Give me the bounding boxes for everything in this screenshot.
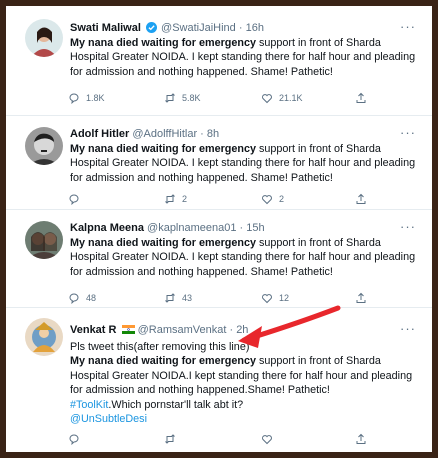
tweet-card[interactable]: Venkat R @RamsamVenkat · 2h ··· Pls twee… [6, 308, 432, 452]
handle[interactable]: @SwatiJaiHind [161, 22, 236, 34]
timestamp[interactable]: · 16h [239, 22, 264, 34]
avatar[interactable] [25, 127, 63, 165]
timestamp[interactable]: · 2h [229, 324, 248, 336]
reply-icon [69, 93, 79, 104]
share-icon [356, 92, 366, 103]
tweet-intro-line: Pls tweet this(after removing this line) [70, 341, 250, 353]
more-options-icon[interactable]: ··· [400, 321, 416, 336]
like-count: 2 [279, 194, 285, 204]
display-name[interactable]: Swati Maliwal [70, 22, 141, 34]
tweet-header: Adolf Hitler @AdolffHitlar · 8h [70, 128, 219, 140]
retweet-count: 2 [182, 194, 188, 204]
retweet-button[interactable]: 2 [164, 193, 187, 205]
reply-icon [69, 194, 79, 205]
retweet-button[interactable]: 43 [164, 292, 192, 304]
tweet-text: My nana died waiting for emergency suppo… [70, 236, 416, 279]
like-count: 12 [279, 293, 290, 303]
retweet-icon [165, 194, 175, 204]
share-icon [356, 193, 366, 204]
heart-icon [262, 195, 272, 205]
tweet-actions: 1.8K 5.8K 21.1K [68, 92, 368, 106]
verified-badge-icon [145, 22, 157, 36]
heart-icon [262, 294, 272, 304]
reply-button[interactable] [68, 433, 86, 445]
retweet-icon [165, 434, 175, 444]
timestamp[interactable]: · 8h [200, 128, 219, 140]
retweet-button[interactable] [164, 433, 182, 445]
tweet-text: My nana died waiting for emergency suppo… [70, 142, 416, 185]
tweet-header: Venkat R @RamsamVenkat · 2h [70, 324, 248, 336]
like-button[interactable]: 2 [261, 193, 284, 205]
tweet-bold-text: My nana died waiting for emergency [70, 143, 256, 155]
like-button[interactable] [261, 433, 279, 445]
reply-button[interactable]: 48 [68, 292, 96, 304]
reply-count: 48 [86, 293, 97, 303]
like-button[interactable]: 12 [261, 292, 289, 304]
tweet-bold-text: My nana died waiting for emergency [70, 237, 256, 249]
timestamp[interactable]: · 15h [240, 222, 265, 234]
handle[interactable]: @RamsamVenkat [138, 324, 227, 336]
handle[interactable]: @AdolffHitlar [132, 128, 197, 140]
india-flag-icon [121, 325, 135, 334]
reply-button[interactable]: 1.8K [68, 92, 105, 104]
heart-icon [262, 94, 272, 104]
more-options-icon[interactable]: ··· [400, 19, 416, 34]
tweet-header: Kalpna Meena @kaplnameena01 · 15h [70, 222, 265, 234]
share-button[interactable] [355, 433, 367, 445]
tweet-text-question: .Which pornstar'll talk abt it? [108, 398, 244, 411]
share-icon [356, 433, 366, 444]
display-name[interactable]: Venkat R [70, 324, 116, 336]
retweet-count: 43 [182, 293, 193, 303]
more-options-icon[interactable]: ··· [400, 125, 416, 140]
retweet-count: 5.8K [182, 93, 201, 103]
timeline: Swati Maliwal @SwatiJaiHind · 16h ··· My… [6, 6, 432, 452]
reply-icon [69, 293, 79, 304]
tweet-actions: 48 43 12 [68, 292, 368, 306]
retweet-icon [165, 93, 175, 103]
display-name[interactable]: Kalpna Meena [70, 222, 144, 234]
avatar[interactable] [25, 221, 63, 259]
share-button[interactable] [355, 292, 367, 304]
tweet-bold-text: My nana died waiting for emergency [70, 355, 256, 368]
reply-count: 1.8K [86, 93, 105, 103]
tweet-text: My nana died waiting for emergency suppo… [70, 36, 416, 79]
handle[interactable]: @kaplnameena01 [147, 222, 236, 234]
like-count: 21.1K [279, 93, 303, 103]
share-icon [356, 292, 366, 303]
share-button[interactable] [355, 193, 367, 205]
display-name[interactable]: Adolf Hitler [70, 128, 129, 140]
reply-icon [69, 434, 79, 445]
more-options-icon[interactable]: ··· [400, 219, 416, 234]
tweet-card[interactable]: Kalpna Meena @kaplnameena01 · 15h ··· My… [6, 210, 432, 308]
tweet-actions [68, 433, 368, 447]
heart-icon [262, 435, 272, 445]
tweet-actions: 2 2 [68, 193, 368, 207]
retweet-icon [165, 293, 175, 303]
tweet-bold-text: My nana died waiting for emergency [70, 37, 256, 49]
tweet-text: Pls tweet this(after removing this line)… [70, 340, 416, 426]
avatar[interactable] [25, 19, 63, 57]
tweet-card[interactable]: Adolf Hitler @AdolffHitlar · 8h ··· My n… [6, 116, 432, 210]
tweet-header: Swati Maliwal @SwatiJaiHind · 16h [70, 22, 264, 36]
tweet-card[interactable]: Swati Maliwal @SwatiJaiHind · 16h ··· My… [6, 6, 432, 116]
share-button[interactable] [355, 92, 367, 104]
reply-button[interactable] [68, 193, 86, 205]
like-button[interactable]: 21.1K [261, 92, 303, 104]
mention-link[interactable]: @UnSubtleDesi [70, 413, 147, 425]
retweet-button[interactable]: 5.8K [164, 92, 201, 104]
avatar[interactable] [25, 318, 63, 356]
hashtag-link[interactable]: #ToolKit [70, 399, 108, 411]
